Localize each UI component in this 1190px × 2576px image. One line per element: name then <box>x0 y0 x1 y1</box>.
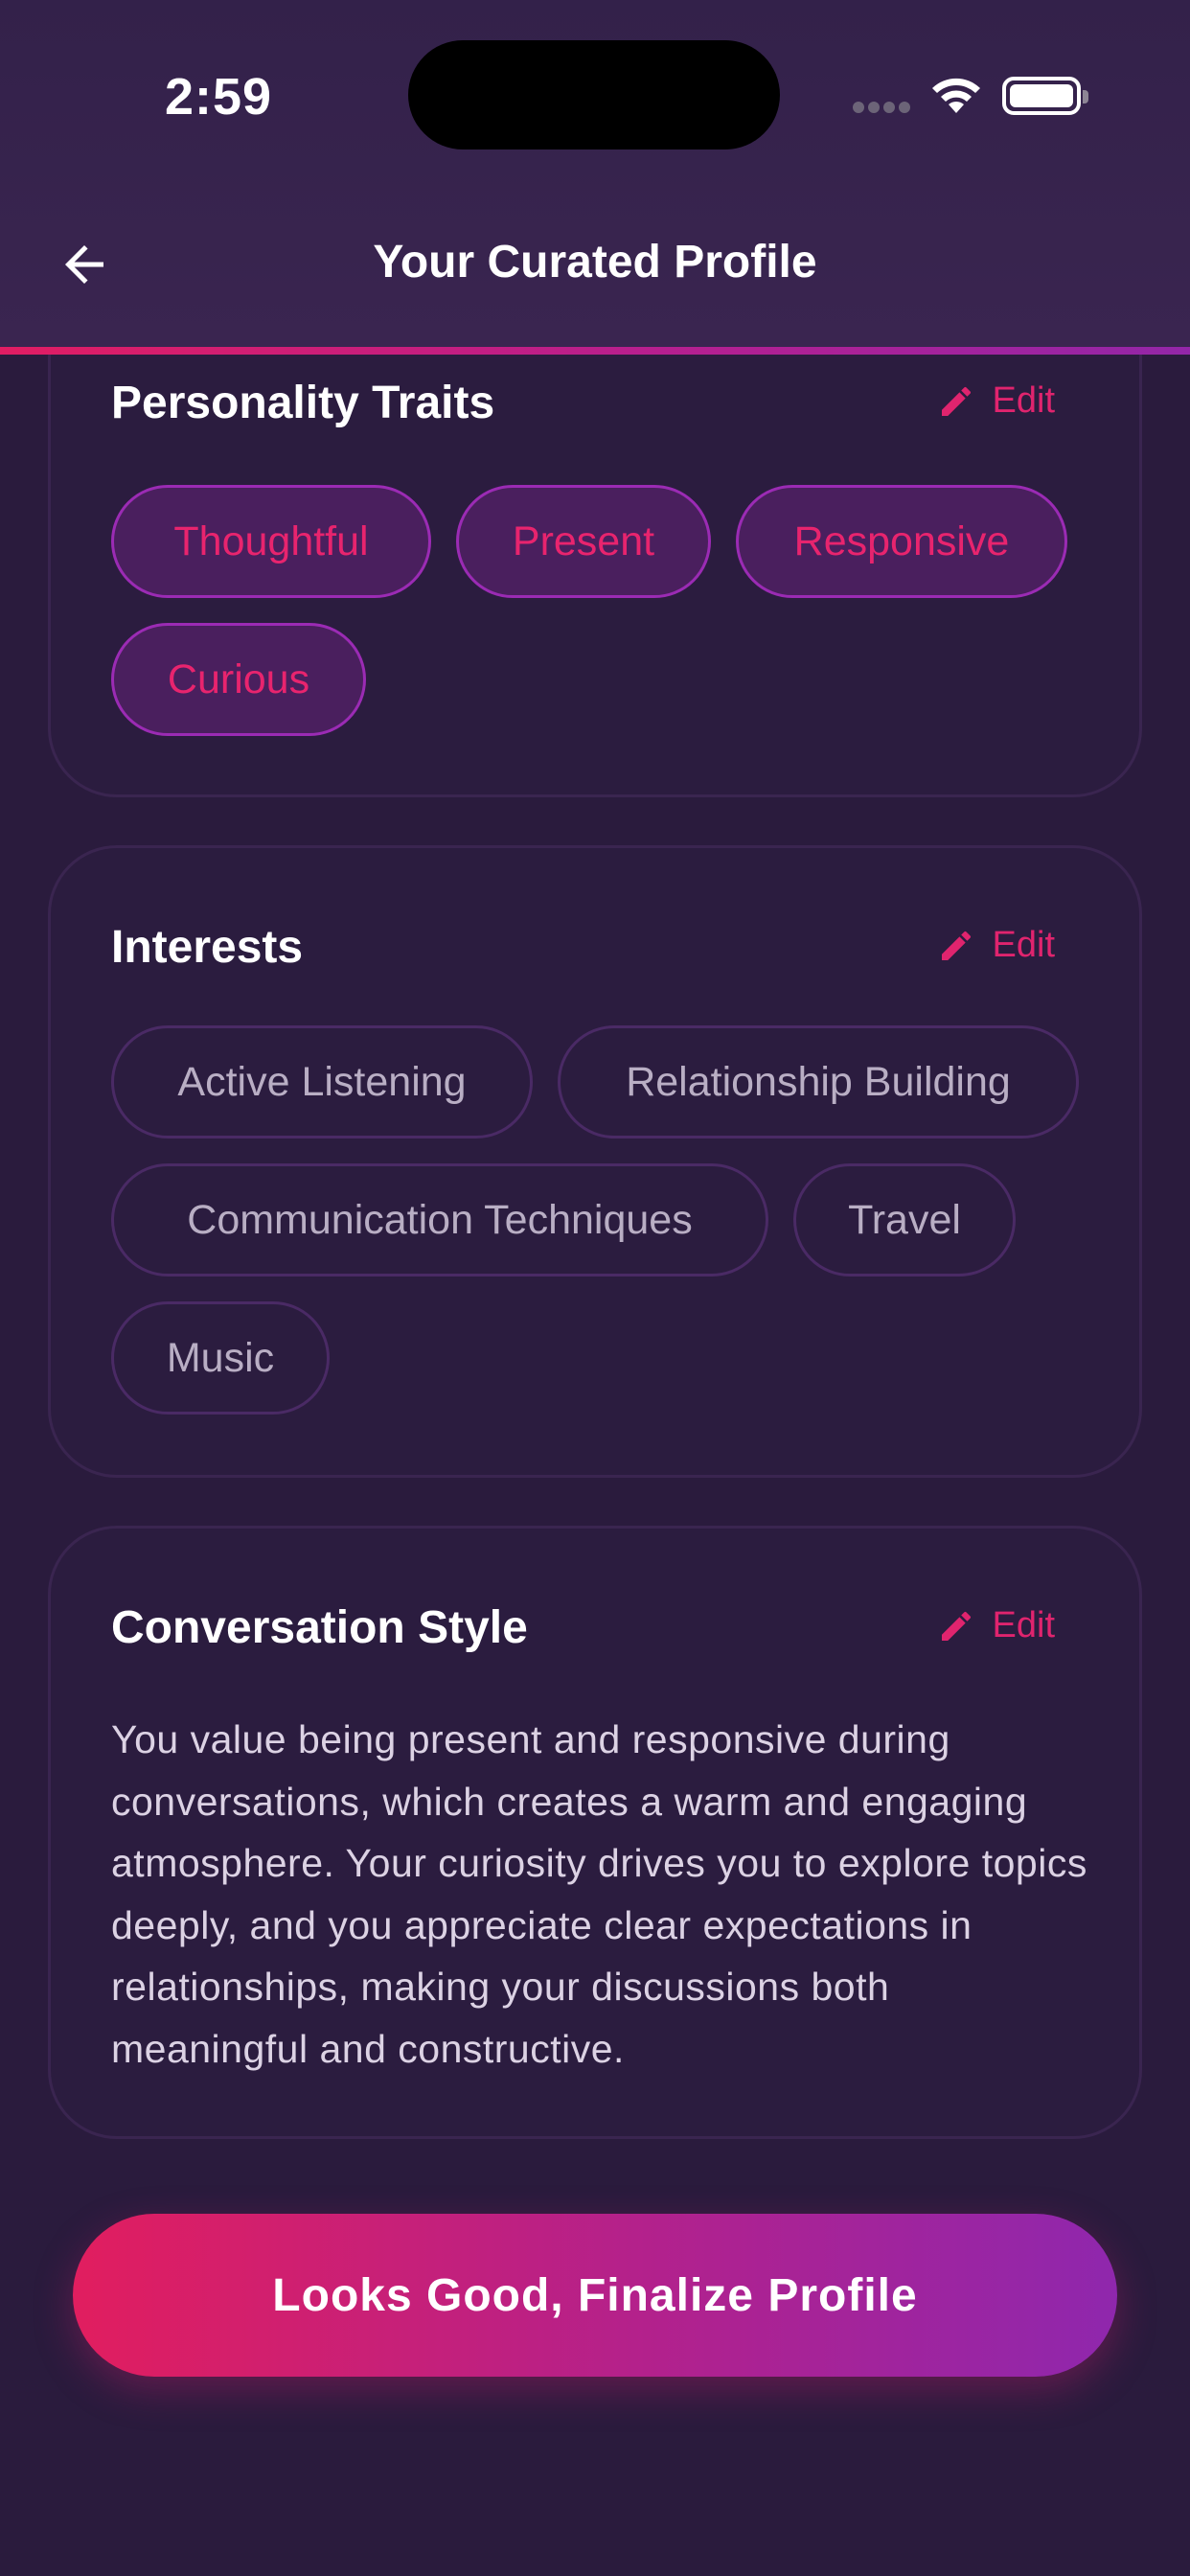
profile-screen: Personality Traits Edit Thoughtful Prese… <box>0 0 1190 2576</box>
finalize-profile-button[interactable]: Looks Good, Finalize Profile <box>73 2214 1117 2377</box>
interest-chip[interactable]: Music <box>111 1301 330 1414</box>
page-title: Your Curated Profile <box>373 237 817 288</box>
top-bar: 2:59 Your Curated Profile <box>0 0 1190 347</box>
edit-label: Edit <box>992 380 1055 421</box>
edit-label: Edit <box>992 1605 1055 1645</box>
interests-title: Interests <box>111 922 304 973</box>
personality-traits-card: Personality Traits Edit Thoughtful Prese… <box>48 288 1142 797</box>
conversation-style-edit-button[interactable]: Edit <box>937 1605 1055 1646</box>
trait-chip[interactable]: Responsive <box>736 485 1067 598</box>
interests-edit-button[interactable]: Edit <box>937 925 1055 966</box>
pencil-icon <box>941 1611 971 1641</box>
conversation-style-title: Conversation Style <box>111 1602 528 1653</box>
personality-traits-title: Personality Traits <box>111 378 495 428</box>
wifi-icon <box>932 78 980 113</box>
dynamic-island <box>408 40 780 150</box>
interest-chip[interactable]: Communication Techniques <box>111 1163 768 1276</box>
interest-chip[interactable]: Relationship Building <box>558 1025 1079 1138</box>
interest-chip[interactable]: Travel <box>793 1163 1016 1276</box>
trait-chip[interactable]: Thoughtful <box>111 485 431 598</box>
conversation-style-card: Conversation Style Edit You value being … <box>48 1526 1142 2139</box>
pencil-icon <box>941 386 971 416</box>
battery-icon <box>1002 77 1088 115</box>
status-time: 2:59 <box>165 68 273 126</box>
trait-chip[interactable]: Present <box>456 485 711 598</box>
cellular-signal-icon <box>853 102 912 115</box>
personality-edit-button[interactable]: Edit <box>937 380 1055 422</box>
interest-chip[interactable]: Active Listening <box>111 1025 533 1138</box>
interests-card: Interests Edit Active Listening Relation… <box>48 845 1142 1478</box>
conversation-style-description: You value being present and responsive d… <box>111 1717 1087 2071</box>
edit-label: Edit <box>992 925 1055 965</box>
header-accent-divider <box>0 347 1190 355</box>
trait-chip[interactable]: Curious <box>111 623 366 736</box>
pencil-icon <box>941 931 971 960</box>
